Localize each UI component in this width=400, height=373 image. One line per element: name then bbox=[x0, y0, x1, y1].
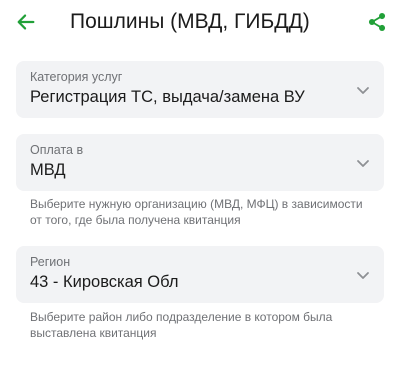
share-button[interactable] bbox=[364, 9, 390, 35]
region-value: 43 - Кировская Обл bbox=[30, 273, 179, 291]
chevron-down-icon bbox=[357, 272, 369, 279]
page-title: Пошлины (МВД, ГИБДД) bbox=[70, 10, 310, 33]
payment-select[interactable]: Оплата в МВД bbox=[16, 134, 384, 191]
category-value: Регистрация ТС, выдача/замена ВУ bbox=[30, 88, 305, 106]
chevron-down-icon bbox=[357, 87, 369, 94]
payment-hint: Выберите нужную организацию (МВД, МФЦ) в… bbox=[30, 197, 363, 227]
category-label: Категория услуг bbox=[30, 70, 123, 84]
region-select[interactable]: Регион 43 - Кировская Обл bbox=[16, 246, 384, 303]
app-bar: Пошлины (МВД, ГИБДД) bbox=[0, 0, 400, 48]
category-select[interactable]: Категория услуг Регистрация ТС, выдача/з… bbox=[16, 61, 384, 118]
arrow-left-icon bbox=[17, 14, 35, 30]
back-button[interactable] bbox=[12, 8, 40, 36]
chevron-down-icon bbox=[357, 160, 369, 167]
region-hint: Выберите район либо подразделение в кото… bbox=[30, 310, 333, 340]
payment-label: Оплата в bbox=[30, 143, 84, 157]
share-icon bbox=[368, 13, 386, 31]
region-label: Регион bbox=[30, 255, 71, 269]
payment-value: МВД bbox=[30, 161, 66, 179]
